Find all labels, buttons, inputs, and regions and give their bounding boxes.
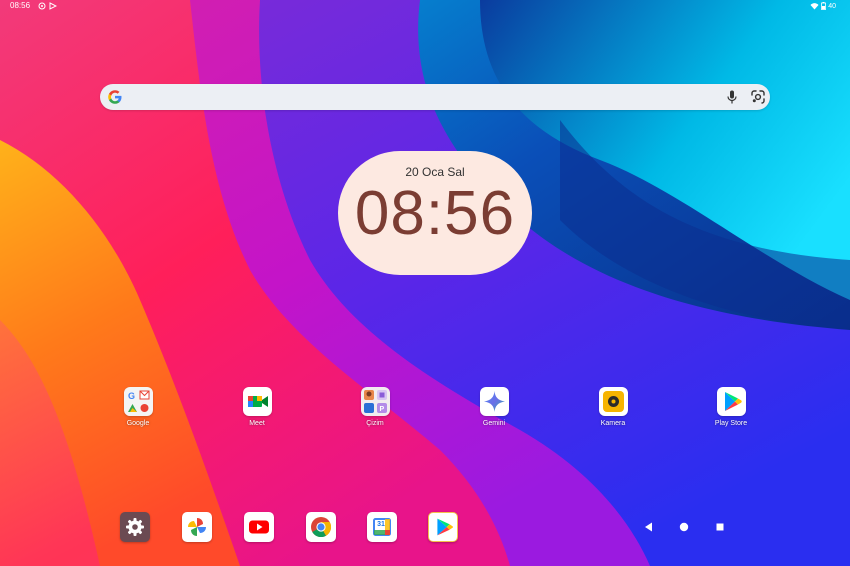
status-indicators: 40 — [810, 0, 836, 12]
dock-calendar[interactable]: 31 — [367, 512, 397, 542]
photos-icon — [182, 512, 212, 542]
app-label: Gemini — [482, 420, 506, 427]
google-logo-icon — [108, 90, 122, 104]
sync-icon — [38, 2, 46, 10]
app-label: Play Store — [714, 420, 748, 427]
gemini-icon — [479, 387, 509, 416]
app-meet[interactable]: Meet — [227, 387, 287, 427]
meet-icon — [242, 387, 272, 416]
home-screen: 08:56 40 20 Oca Sal 08:56 G Google Meet … — [0, 0, 850, 566]
camera-icon — [598, 387, 628, 416]
app-gemini[interactable]: Gemini — [464, 387, 524, 427]
app-label: Kamera — [600, 420, 626, 427]
search-input[interactable] — [128, 87, 712, 109]
play-store-icon — [716, 387, 746, 416]
google-search-bar[interactable] — [100, 84, 770, 110]
back-icon[interactable] — [642, 520, 656, 534]
settings-icon — [120, 512, 150, 542]
play-store-notification-icon — [49, 2, 57, 10]
home-icon[interactable] — [677, 520, 691, 534]
play-games-icon — [428, 512, 458, 542]
status-notifications — [38, 0, 57, 12]
dock-youtube[interactable] — [244, 512, 274, 542]
app-kamera[interactable]: Kamera — [583, 387, 643, 427]
svg-text:G: G — [128, 391, 135, 401]
calendar-icon: 31 — [367, 512, 397, 542]
status-clock: 08:56 — [10, 1, 31, 10]
google-lens-icon[interactable] — [751, 90, 765, 104]
clock-time: 08:56 — [354, 179, 516, 248]
battery-icon — [821, 2, 827, 10]
microphone-icon[interactable] — [727, 90, 737, 104]
youtube-icon — [244, 512, 274, 542]
recents-icon[interactable] — [713, 520, 727, 534]
dock-chrome[interactable] — [306, 512, 336, 542]
battery-level: 40 — [828, 2, 836, 10]
google-folder-icon: G — [123, 387, 153, 416]
app-label: Meet — [249, 420, 265, 427]
app-label: Google — [126, 420, 150, 427]
dock-photos[interactable] — [182, 512, 212, 542]
clock-date: 20 Oca Sal — [405, 165, 465, 179]
app-label: Çizim — [366, 420, 384, 427]
app-google-folder[interactable]: G Google — [108, 387, 168, 427]
clock-widget[interactable]: 20 Oca Sal 08:56 — [338, 151, 532, 275]
app-play-store[interactable]: Play Store — [701, 387, 761, 427]
wifi-icon — [810, 3, 819, 10]
dock-settings[interactable] — [120, 512, 150, 542]
cizim-folder-icon: P — [360, 387, 390, 416]
calendar-day: 31 — [377, 521, 385, 528]
svg-text:P: P — [379, 406, 384, 413]
dock-play-games[interactable] — [428, 512, 458, 542]
chrome-icon — [306, 512, 336, 542]
app-cizim-folder[interactable]: P Çizim — [345, 387, 405, 427]
